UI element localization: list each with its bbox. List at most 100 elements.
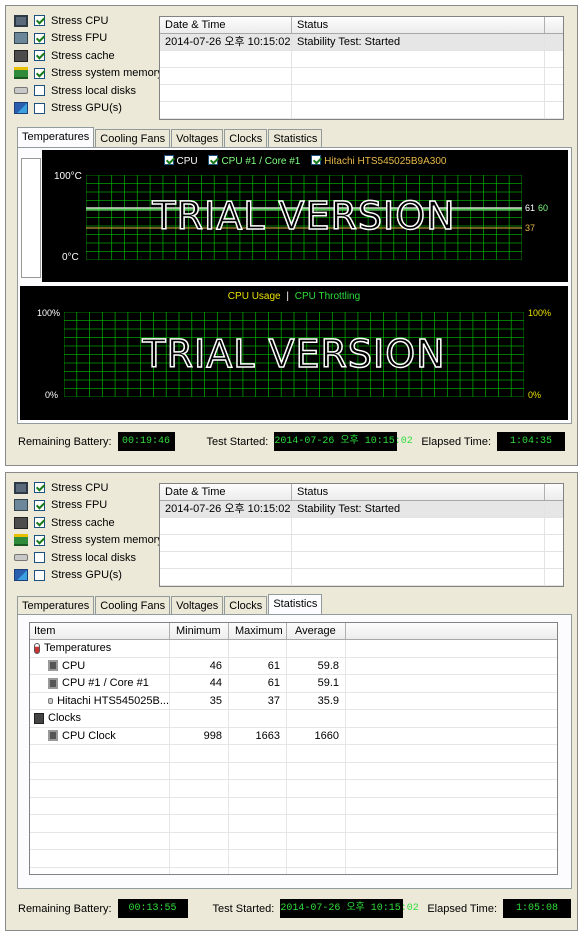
column-header-datetime[interactable]: Date & Time — [160, 17, 292, 33]
checkbox-stress-memory[interactable] — [34, 67, 45, 79]
checkbox-stress-cache[interactable] — [34, 50, 45, 62]
legend-checkbox-disk[interactable] — [311, 155, 322, 165]
option-stress-gpu[interactable]: Stress GPU(s) — [14, 567, 163, 585]
sensor-list-box[interactable] — [21, 158, 41, 278]
option-stress-cpu[interactable]: Stress CPU — [14, 479, 163, 497]
checkbox-stress-cache[interactable] — [34, 517, 45, 529]
legend-disk: Hitachi HTS545025B9A300 — [324, 156, 447, 167]
column-header-datetime[interactable]: Date & Time — [160, 484, 292, 500]
statistics-table[interactable]: Item Minimum Maximum Average Temperature… — [29, 622, 558, 875]
checkbox-stress-fpu[interactable] — [34, 32, 45, 44]
tab-cooling-fans[interactable]: Cooling Fans — [95, 596, 171, 615]
checkbox-stress-disks[interactable] — [34, 85, 45, 97]
tab-cooling-fans[interactable]: Cooling Fans — [95, 129, 171, 148]
option-label: Stress system memory — [51, 67, 163, 80]
tab-temperatures[interactable]: Temperatures — [17, 596, 95, 615]
checkbox-stress-gpu[interactable] — [34, 102, 45, 114]
checkbox-stress-fpu[interactable] — [34, 499, 45, 511]
tab-temperatures[interactable]: Temperatures — [17, 127, 95, 148]
option-stress-gpu[interactable]: Stress GPU(s) — [14, 100, 163, 118]
tab-statistics[interactable]: Statistics — [268, 129, 323, 148]
disk-icon — [14, 554, 28, 562]
column-header-status[interactable]: Status — [292, 484, 545, 500]
row-avg — [287, 640, 346, 657]
column-header-maximum[interactable]: Maximum — [229, 623, 287, 639]
event-log-table[interactable]: Date & Time Status 2014-07-26 오후 10:15:0… — [159, 483, 564, 587]
legend-separator: | — [286, 291, 289, 302]
event-log-table[interactable]: Date & Time Status 2014-07-26 오후 10:15:0… — [159, 16, 564, 120]
checkbox-stress-cpu[interactable] — [34, 15, 45, 27]
column-header-minimum[interactable]: Minimum — [170, 623, 229, 639]
option-stress-memory[interactable]: Stress system memory — [14, 65, 163, 83]
option-stress-cache[interactable]: Stress cache — [14, 514, 163, 532]
column-header-average[interactable]: Average — [287, 623, 346, 639]
table-row[interactable]: Temperatures — [30, 640, 557, 658]
y-axis-bottom-label: 0°C — [62, 252, 79, 263]
item-label: CPU #1 / Core #1 — [62, 677, 149, 690]
option-label: Stress local disks — [51, 551, 136, 564]
option-stress-fpu[interactable]: Stress FPU — [14, 30, 163, 48]
disk-icon — [14, 87, 28, 95]
checkbox-stress-gpu[interactable] — [34, 569, 45, 581]
option-label: Stress GPU(s) — [51, 102, 122, 115]
column-header-item[interactable]: Item — [30, 623, 170, 639]
tab-clocks[interactable]: Clocks — [224, 129, 268, 148]
legend-checkbox-core[interactable] — [208, 155, 219, 165]
log-row-empty — [160, 68, 563, 85]
option-label: Stress CPU — [51, 14, 109, 27]
checkbox-stress-cpu[interactable] — [34, 482, 45, 494]
stability-test-window-temperatures: Stress CPU Stress FPU Stress cache Stres… — [5, 5, 578, 466]
usage-y-top-left: 100% — [37, 308, 61, 318]
tab-statistics[interactable]: Statistics — [268, 594, 323, 615]
table-row[interactable]: CPU Clock 998 1663 1660 — [30, 727, 557, 745]
legend-cpu-usage: CPU Usage — [227, 291, 281, 302]
row-avg: 59.8 — [287, 657, 346, 674]
legend-checkbox-cpu[interactable] — [163, 155, 174, 165]
option-stress-fpu[interactable]: Stress FPU — [14, 497, 163, 515]
table-row[interactable]: CPU #1 / Core #1 44 61 59.1 — [30, 675, 557, 693]
option-stress-disks[interactable]: Stress local disks — [14, 549, 163, 567]
row-max: 61 — [229, 657, 287, 674]
option-label: Stress GPU(s) — [51, 569, 122, 582]
row-max — [229, 710, 287, 727]
value-label-disk: 37 — [525, 223, 536, 233]
table-row[interactable]: Hitachi HTS545025B... 35 37 35.9 — [30, 692, 557, 710]
option-label: Stress cache — [51, 516, 115, 529]
option-label: Stress FPU — [51, 499, 108, 512]
remaining-battery-value: 00:19:46 — [117, 432, 175, 451]
row-max: 37 — [229, 692, 287, 709]
option-label: Stress system memory — [51, 534, 163, 547]
table-row[interactable]: Clocks — [30, 710, 557, 728]
table-row[interactable]: CPU 46 61 59.8 — [30, 657, 557, 675]
checkbox-stress-memory[interactable] — [34, 534, 45, 546]
item-label: CPU — [62, 659, 86, 672]
log-row-empty — [160, 85, 563, 102]
header-spacer — [346, 623, 555, 639]
table-row-empty — [30, 867, 557, 874]
thermometer-icon — [34, 642, 40, 654]
disk-icon — [48, 697, 54, 704]
trial-version-watermark-2: TRIAL VERSION — [142, 331, 446, 377]
option-stress-memory[interactable]: Stress system memory — [14, 532, 163, 550]
table-row-empty — [30, 780, 557, 798]
log-row-empty — [160, 51, 563, 68]
statistics-header: Item Minimum Maximum Average — [30, 623, 557, 640]
log-row[interactable]: 2014-07-26 오후 10:15:02 Stability Test: St… — [160, 501, 563, 518]
log-datetime: 2014-07-26 오후 10:15:02 — [160, 34, 292, 50]
option-stress-cache[interactable]: Stress cache — [14, 47, 163, 65]
option-stress-cpu[interactable]: Stress CPU — [14, 12, 163, 30]
option-stress-disks[interactable]: Stress local disks — [14, 82, 163, 100]
y-axis-top-label: 100°C — [54, 171, 82, 182]
value-label-cpu: 61 — [525, 203, 536, 213]
checkbox-stress-disks[interactable] — [34, 552, 45, 564]
tab-voltages[interactable]: Voltages — [171, 129, 224, 148]
row-avg: 1660 — [287, 727, 346, 744]
tab-clocks[interactable]: Clocks — [224, 596, 268, 615]
tab-voltages[interactable]: Voltages — [171, 596, 224, 615]
remaining-battery-label: Remaining Battery: — [18, 435, 112, 448]
column-header-status[interactable]: Status — [292, 17, 545, 33]
legend-cpu-throttling: CPU Throttling — [294, 291, 361, 302]
status-bar: Remaining Battery: 00:13:55 Test Started… — [18, 899, 572, 918]
log-row[interactable]: 2014-07-26 오후 10:15:02 Stability Test: St… — [160, 34, 563, 51]
row-item: Hitachi HTS545025B... — [30, 692, 170, 709]
